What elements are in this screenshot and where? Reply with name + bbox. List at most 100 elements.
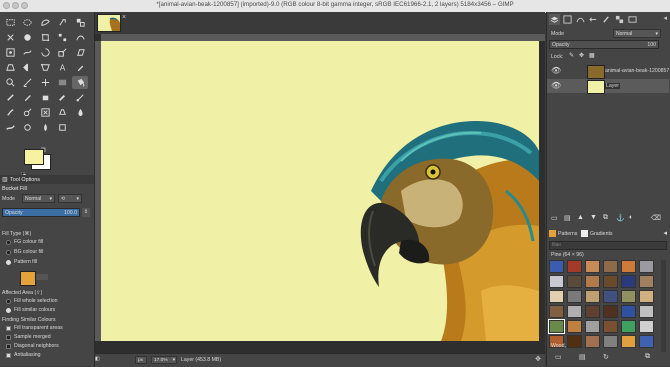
ink-icon[interactable] xyxy=(72,91,88,104)
affected-area-radio[interactable] xyxy=(6,299,11,304)
quick-mask-icon[interactable]: ◧ xyxy=(95,356,101,364)
pattern-swatch[interactable] xyxy=(639,260,654,273)
undo-history-tab-icon[interactable] xyxy=(588,14,599,25)
dock-menu-icon[interactable]: ◂ xyxy=(663,14,667,22)
burn-icon[interactable] xyxy=(37,121,53,134)
new-layer-icon[interactable]: ▭ xyxy=(551,214,558,222)
layer-row-selected[interactable]: 👁 Layer xyxy=(547,79,669,94)
patterns-tab-icon[interactable] xyxy=(614,14,625,25)
layers-mode-select[interactable]: Normal ▾ xyxy=(613,29,661,38)
image-tab-thumbnail[interactable] xyxy=(97,14,121,32)
pattern-swatch[interactable] xyxy=(639,290,654,303)
crop-icon[interactable] xyxy=(37,31,53,44)
new-group-icon[interactable]: ▤ xyxy=(564,214,571,222)
pattern-scrollbar[interactable] xyxy=(661,260,666,352)
mask-layer-icon[interactable]: ◐ xyxy=(629,214,633,221)
finding-option-checkbox[interactable] xyxy=(6,335,11,340)
visibility-eye-icon[interactable]: 👁 xyxy=(551,81,561,90)
pattern-swatch[interactable] xyxy=(621,260,636,273)
pattern-swatch[interactable] xyxy=(621,335,636,348)
opacity-stepper[interactable]: ⇕ xyxy=(82,208,90,217)
affected-area-radio[interactable] xyxy=(6,308,11,313)
finding-option-checkbox[interactable] xyxy=(6,344,11,349)
pattern-swatch[interactable] xyxy=(621,275,636,288)
pattern-swatch[interactable] xyxy=(621,320,636,333)
pattern-swatch[interactable] xyxy=(567,275,582,288)
lock-position-icon[interactable]: ✥ xyxy=(579,52,584,59)
pattern-swatch[interactable] xyxy=(603,290,618,303)
images-tab-icon[interactable] xyxy=(627,14,638,25)
pattern-swatch[interactable] xyxy=(567,305,582,318)
paths-icon[interactable] xyxy=(72,31,88,44)
align-icon[interactable] xyxy=(55,31,71,44)
image-canvas[interactable] xyxy=(101,41,539,341)
clone-icon[interactable] xyxy=(20,106,36,119)
pattern-swatch[interactable] xyxy=(567,320,582,333)
anchor-layer-icon[interactable]: ⚓ xyxy=(616,214,625,222)
raise-layer-icon[interactable]: ▲ xyxy=(577,214,584,221)
pattern-swatch[interactable] xyxy=(567,290,582,303)
fuzzy-select-icon[interactable] xyxy=(55,16,71,29)
pattern-swatch[interactable] xyxy=(639,320,654,333)
pattern-swatch[interactable] xyxy=(567,260,582,273)
eraser-icon[interactable] xyxy=(37,91,53,104)
shear-icon[interactable] xyxy=(72,46,88,59)
rotate-icon[interactable] xyxy=(37,46,53,59)
lower-layer-icon[interactable]: ▼ xyxy=(590,214,597,221)
pattern-swatch[interactable] xyxy=(549,260,564,273)
pattern-swatch[interactable] xyxy=(549,290,564,303)
lock-pixels-icon[interactable]: ✎ xyxy=(569,52,574,59)
fill-type-radio[interactable] xyxy=(6,250,11,255)
pattern-swatch[interactable] xyxy=(603,275,618,288)
brushes-tab-icon[interactable] xyxy=(601,14,612,25)
mode-select[interactable]: Normal ▾ xyxy=(22,194,55,203)
pattern-name-field[interactable] xyxy=(36,274,48,280)
move-icon[interactable] xyxy=(37,76,53,89)
paths-tab-icon[interactable] xyxy=(575,14,586,25)
unit-select[interactable]: px xyxy=(135,356,147,364)
pattern-swatch[interactable] xyxy=(567,335,582,348)
perspective-icon[interactable] xyxy=(2,61,18,74)
mypaint-brush-icon[interactable] xyxy=(2,106,18,119)
pattern-swatch[interactable] xyxy=(621,290,636,303)
zoom-select[interactable]: 17.0% ▾ xyxy=(151,356,177,364)
pattern-swatch[interactable] xyxy=(585,290,600,303)
pattern-swatch[interactable] xyxy=(585,275,600,288)
pattern-swatch[interactable] xyxy=(621,305,636,318)
pattern-swatch[interactable] xyxy=(603,260,618,273)
opacity-slider[interactable]: Opacity 100.0 xyxy=(2,208,80,217)
pattern-preview[interactable] xyxy=(20,271,36,286)
cage-icon[interactable] xyxy=(37,61,53,74)
bucket-fill-icon[interactable] xyxy=(72,76,88,89)
new-pattern-icon[interactable]: ▤ xyxy=(579,353,586,361)
refresh-icon[interactable]: ↻ xyxy=(603,353,609,361)
open-as-image-icon[interactable]: ⧉ xyxy=(645,353,650,361)
color-picker-icon[interactable] xyxy=(72,61,88,74)
flip-icon[interactable] xyxy=(20,61,36,74)
free-select-icon[interactable] xyxy=(37,16,53,29)
layer-row[interactable]: 👁 animal-avian-beak-1200857.j xyxy=(547,64,669,79)
measure-icon[interactable] xyxy=(20,76,36,89)
navigate-icon[interactable]: ✥ xyxy=(535,355,541,363)
smudge-icon[interactable] xyxy=(2,121,18,134)
horizontal-ruler[interactable] xyxy=(101,34,545,47)
pattern-swatch[interactable] xyxy=(585,305,600,318)
warp-icon[interactable] xyxy=(20,46,36,59)
tab-patterns[interactable]: Patterns xyxy=(558,231,577,237)
layers-opacity-slider[interactable]: Opacity 100 xyxy=(549,40,659,49)
finding-option-checkbox[interactable] xyxy=(6,326,11,331)
unified-transform-icon[interactable] xyxy=(2,46,18,59)
text-icon[interactable]: A xyxy=(55,61,71,74)
perspective-clone-icon[interactable] xyxy=(55,106,71,119)
lock-alpha-icon[interactable]: ▦ xyxy=(589,52,595,59)
pattern-filter-input[interactable]: filter xyxy=(549,241,667,250)
close-icon[interactable]: × xyxy=(122,14,126,21)
pattern-swatch[interactable] xyxy=(639,305,654,318)
scissors-icon[interactable] xyxy=(2,31,18,44)
pattern-swatch[interactable] xyxy=(585,320,600,333)
fill-type-radio[interactable] xyxy=(6,260,11,265)
ellipse-select-icon[interactable] xyxy=(20,16,36,29)
scale-icon[interactable] xyxy=(55,46,71,59)
pattern-swatch[interactable] xyxy=(603,320,618,333)
swap-colors-icon[interactable] xyxy=(40,140,46,152)
